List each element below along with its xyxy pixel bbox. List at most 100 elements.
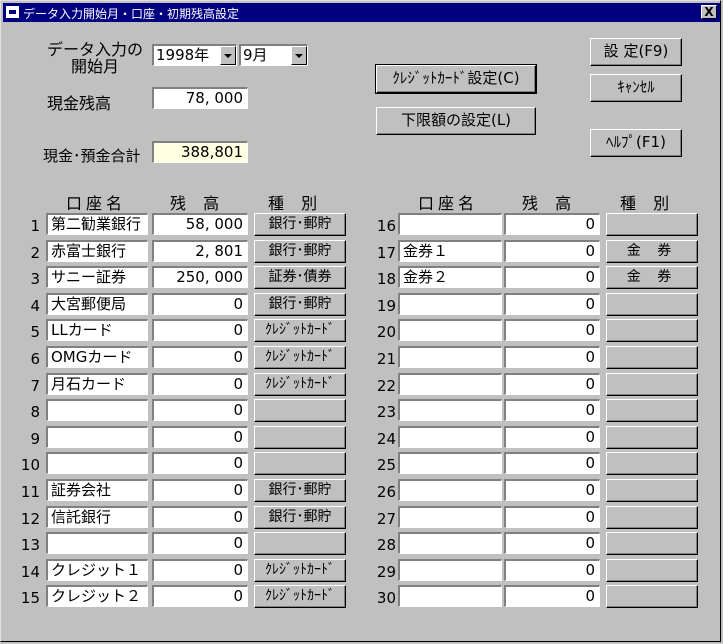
account-type-button[interactable] [254,399,346,423]
cancel-button[interactable]: ｷｬﾝｾﾙ [590,74,682,102]
account-type-button[interactable]: ｸﾚｼﾞｯﾄｶｰﾄﾞ [254,372,346,396]
account-name-field[interactable] [46,532,148,555]
account-type-button[interactable] [606,292,698,316]
cash-balance-field[interactable]: 78, 000 [152,87,248,109]
account-balance-field[interactable]: 0 [504,372,600,395]
account-type-button[interactable] [606,372,698,396]
account-name-field[interactable]: クレジット１ [46,558,148,581]
credit-card-setting-button[interactable]: ｸﾚｼﾞｯﾄｶｰﾄﾞ設定(C) [375,64,537,94]
account-balance-field[interactable]: 2, 801 [152,239,248,262]
account-type-button[interactable]: 銀行･郵貯 [254,479,346,502]
account-type-button[interactable] [254,452,346,476]
account-name-field[interactable]: サニー証券 [46,266,148,289]
account-balance-field[interactable]: 0 [504,425,600,448]
account-name-field[interactable]: 月石カード [46,372,148,395]
account-balance-field[interactable]: 0 [504,452,600,475]
window-icon[interactable] [6,6,19,18]
account-name-field[interactable] [398,452,502,475]
account-type-button[interactable] [606,479,698,502]
account-type-button[interactable] [606,585,698,609]
account-type-button[interactable] [606,319,698,343]
account-name-field[interactable] [46,425,148,448]
account-balance-field[interactable]: 0 [152,346,248,368]
ok-button[interactable]: 設 定(F9) [590,38,682,66]
account-balance-field[interactable]: 0 [152,372,248,395]
account-balance-field[interactable]: 0 [152,558,248,581]
account-type-button[interactable]: ｸﾚｼﾞｯﾄｶｰﾄﾞ [254,558,346,582]
chevron-down-icon[interactable] [291,46,307,65]
account-balance-field[interactable]: 0 [504,532,600,555]
account-name-field[interactable] [398,346,502,368]
account-name-field[interactable]: 金券２ [398,266,502,289]
account-balance-field[interactable]: 0 [152,505,248,528]
account-name-field[interactable]: 赤富士銀行 [46,239,148,262]
month-select[interactable]: 9月 [239,44,308,66]
account-type-button[interactable]: 銀行･郵貯 [254,292,346,316]
account-name-field[interactable]: クレジット２ [46,585,148,608]
account-name-field[interactable]: LLカード [46,319,148,342]
account-name-field[interactable]: 大宮郵便局 [46,292,148,315]
account-balance-field[interactable]: 0 [504,346,600,368]
account-balance-field[interactable]: 0 [504,292,600,315]
account-balance-field[interactable]: 0 [152,399,248,422]
account-name-field[interactable]: OMGカード [46,346,148,368]
account-balance-field[interactable]: 0 [152,452,248,475]
account-type-button[interactable] [254,532,346,556]
account-type-button[interactable]: 金 券 [606,266,698,290]
account-balance-field[interactable]: 0 [504,239,600,262]
account-name-field[interactable] [398,585,502,608]
account-name-field[interactable] [398,372,502,395]
account-type-button[interactable] [606,558,698,582]
account-balance-field[interactable]: 0 [152,425,248,448]
account-type-button[interactable]: 金 券 [606,239,698,263]
account-balance-field[interactable]: 0 [504,213,600,235]
account-type-button[interactable] [606,425,698,449]
account-type-button[interactable] [254,425,346,449]
close-button[interactable]: X [701,5,717,19]
account-name-field[interactable] [398,319,502,342]
account-balance-field[interactable]: 250, 000 [152,266,248,289]
account-name-field[interactable]: 第二勧業銀行 [46,213,148,235]
account-type-button[interactable] [606,346,698,369]
lower-limit-setting-button[interactable]: 下限額の設定(L) [376,107,536,135]
account-balance-field[interactable]: 0 [504,585,600,608]
account-name-field[interactable] [398,213,502,235]
account-name-field[interactable]: 証券会社 [46,479,148,501]
account-balance-field[interactable]: 0 [504,505,600,528]
account-balance-field[interactable]: 0 [504,399,600,422]
account-type-button[interactable]: 証券･債券 [254,266,346,290]
account-type-button[interactable] [606,532,698,556]
account-name-field[interactable] [398,505,502,528]
year-select[interactable]: 1998年 [152,44,237,66]
account-type-button[interactable]: ｸﾚｼﾞｯﾄｶｰﾄﾞ [254,319,346,343]
account-type-button[interactable]: 銀行･郵貯 [254,213,346,236]
account-type-button[interactable]: 銀行･郵貯 [254,505,346,529]
account-balance-field[interactable]: 0 [152,532,248,555]
account-balance-field[interactable]: 0 [504,319,600,342]
account-type-button[interactable]: ｸﾚｼﾞｯﾄｶｰﾄﾞ [254,585,346,609]
help-button[interactable]: ﾍﾙﾌﾟ(F1) [590,129,682,157]
account-type-button[interactable] [606,399,698,423]
account-balance-field[interactable]: 0 [504,479,600,501]
account-type-button[interactable] [606,213,698,236]
account-balance-field[interactable]: 0 [504,266,600,289]
account-type-button[interactable] [606,452,698,476]
account-type-button[interactable]: 銀行･郵貯 [254,239,346,263]
account-name-field[interactable]: 金券１ [398,239,502,262]
account-balance-field[interactable]: 0 [152,319,248,342]
account-name-field[interactable] [398,532,502,555]
chevron-down-icon[interactable] [220,46,236,65]
account-balance-field[interactable]: 0 [152,292,248,315]
account-name-field[interactable] [398,399,502,422]
account-name-field[interactable] [398,558,502,581]
account-balance-field[interactable]: 0 [152,479,248,501]
account-name-field[interactable] [46,399,148,422]
account-balance-field[interactable]: 0 [504,558,600,581]
title-bar[interactable]: データ入力開始月・口座・初期残高設定 X [3,3,720,22]
account-name-field[interactable] [398,425,502,448]
account-balance-field[interactable]: 58, 000 [152,213,248,235]
account-name-field[interactable] [398,479,502,501]
account-balance-field[interactable]: 0 [152,585,248,608]
account-name-field[interactable] [46,452,148,475]
account-name-field[interactable] [398,292,502,315]
